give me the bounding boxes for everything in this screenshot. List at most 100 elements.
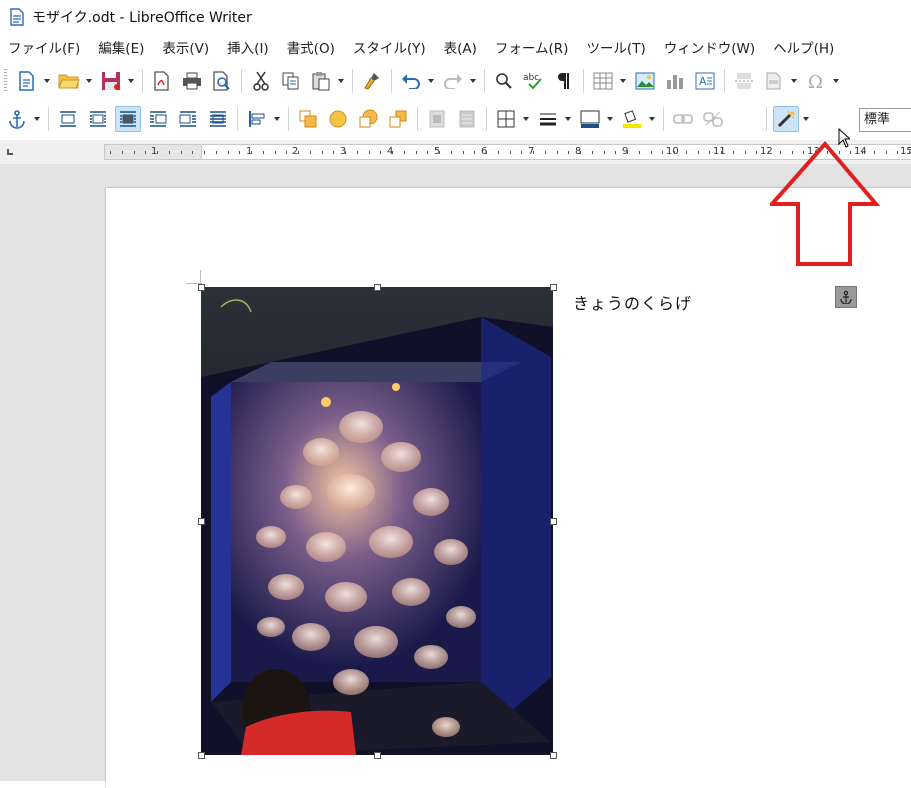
ruler-tick bbox=[897, 151, 898, 154]
resize-handle-bottom-left[interactable] bbox=[198, 752, 205, 759]
menu-table[interactable]: 表(A) bbox=[436, 36, 487, 62]
svg-text:A: A bbox=[699, 75, 707, 88]
optimal-wrap-icon[interactable] bbox=[115, 106, 141, 132]
print-preview-icon[interactable] bbox=[209, 68, 235, 94]
spelling-icon[interactable]: abc bbox=[521, 68, 547, 94]
to-foreground-icon[interactable] bbox=[424, 106, 450, 132]
ruler-tick bbox=[756, 151, 757, 154]
border-color-dropdown[interactable] bbox=[605, 106, 615, 132]
insert-image-icon[interactable] bbox=[632, 68, 658, 94]
image-filter-icon[interactable] bbox=[773, 106, 799, 132]
line-style-dropdown[interactable] bbox=[563, 106, 573, 132]
toolbar-grip[interactable] bbox=[4, 69, 7, 93]
bring-to-front-icon[interactable] bbox=[295, 106, 321, 132]
ruler-tick bbox=[275, 151, 276, 154]
line-style-icon[interactable] bbox=[535, 106, 561, 132]
anchor-marker-icon[interactable] bbox=[835, 286, 857, 308]
page-break-icon[interactable] bbox=[731, 68, 757, 94]
undo-dropdown[interactable] bbox=[426, 68, 436, 94]
ruler-tick bbox=[439, 151, 440, 154]
area-fill-dropdown[interactable] bbox=[647, 106, 657, 132]
ruler-tick bbox=[886, 151, 887, 154]
special-character-icon[interactable]: Ω bbox=[803, 68, 829, 94]
export-pdf-icon[interactable] bbox=[149, 68, 175, 94]
resize-handle-top[interactable] bbox=[374, 284, 381, 291]
insert-textbox-icon[interactable]: A bbox=[692, 68, 718, 94]
save-dropdown[interactable] bbox=[126, 68, 136, 94]
menu-styles[interactable]: スタイル(Y) bbox=[345, 36, 436, 62]
forward-one-icon[interactable] bbox=[325, 106, 351, 132]
ruler-tick bbox=[498, 151, 499, 154]
ruler-label: 11 bbox=[713, 146, 726, 157]
ruler-tick bbox=[733, 151, 734, 154]
wrap-left-icon[interactable] bbox=[145, 106, 171, 132]
align-dropdown[interactable] bbox=[272, 106, 282, 132]
insert-table-icon[interactable] bbox=[590, 68, 616, 94]
paste-dropdown[interactable] bbox=[336, 68, 346, 94]
paste-icon[interactable] bbox=[308, 68, 334, 94]
menu-window[interactable]: ウィンドウ(W) bbox=[656, 36, 765, 62]
wrap-through-icon[interactable] bbox=[205, 106, 231, 132]
menu-help[interactable]: ヘルプ(H) bbox=[765, 36, 844, 62]
print-icon[interactable] bbox=[179, 68, 205, 94]
copy-icon[interactable] bbox=[278, 68, 304, 94]
paragraph-style-box[interactable]: 標準 bbox=[859, 108, 911, 132]
unlink-frames-icon[interactable] bbox=[700, 106, 726, 132]
borders-dropdown[interactable] bbox=[521, 106, 531, 132]
menu-view[interactable]: 表示(V) bbox=[154, 36, 219, 62]
toolbar-separator bbox=[766, 107, 767, 131]
insert-chart-icon[interactable] bbox=[662, 68, 688, 94]
open-folder-icon[interactable] bbox=[56, 68, 82, 94]
to-background-icon[interactable] bbox=[454, 106, 480, 132]
undo-icon[interactable] bbox=[398, 68, 424, 94]
menu-insert[interactable]: 挿入(I) bbox=[219, 36, 279, 62]
wrap-right-icon[interactable] bbox=[175, 106, 201, 132]
wrap-off-icon[interactable] bbox=[55, 106, 81, 132]
send-to-back-icon[interactable] bbox=[385, 106, 411, 132]
menu-form[interactable]: フォーム(R) bbox=[487, 36, 579, 62]
formatting-marks-icon[interactable] bbox=[551, 68, 577, 94]
border-color-icon[interactable] bbox=[577, 106, 603, 132]
document-text[interactable]: きょうのくらげ bbox=[573, 290, 692, 314]
toolbar-separator bbox=[391, 69, 392, 93]
anchor-icon[interactable] bbox=[4, 106, 30, 132]
jellyfish-photo[interactable] bbox=[201, 287, 553, 755]
field-dropdown[interactable] bbox=[789, 68, 799, 94]
menu-file[interactable]: ファイル(F) bbox=[0, 36, 90, 62]
resize-handle-top-left[interactable] bbox=[198, 284, 205, 291]
tab-stop-selector-icon[interactable] bbox=[7, 149, 13, 155]
image-filter-dropdown[interactable] bbox=[801, 106, 811, 132]
new-dropdown[interactable] bbox=[42, 68, 52, 94]
resize-handle-bottom-right[interactable] bbox=[550, 752, 557, 759]
menu-tools[interactable]: ツール(T) bbox=[578, 36, 655, 62]
area-fill-icon[interactable] bbox=[619, 106, 645, 132]
find-replace-icon[interactable] bbox=[491, 68, 517, 94]
open-dropdown[interactable] bbox=[84, 68, 94, 94]
link-frames-icon[interactable] bbox=[670, 106, 696, 132]
redo-dropdown[interactable] bbox=[468, 68, 478, 94]
special-character-dropdown[interactable] bbox=[831, 68, 841, 94]
backward-one-icon[interactable] bbox=[355, 106, 381, 132]
resize-handle-bottom[interactable] bbox=[374, 752, 381, 759]
save-icon[interactable] bbox=[98, 68, 124, 94]
borders-icon[interactable] bbox=[493, 106, 519, 132]
ruler-tick bbox=[322, 151, 323, 154]
insert-field-icon[interactable] bbox=[761, 68, 787, 94]
resize-handle-top-right[interactable] bbox=[550, 284, 557, 291]
table-dropdown[interactable] bbox=[618, 68, 628, 94]
menu-format[interactable]: 書式(O) bbox=[279, 36, 345, 62]
clone-formatting-icon[interactable] bbox=[359, 68, 385, 94]
new-document-icon[interactable] bbox=[14, 68, 40, 94]
redo-icon[interactable] bbox=[440, 68, 466, 94]
page-wrap-icon[interactable] bbox=[85, 106, 111, 132]
ruler-tick bbox=[286, 151, 287, 154]
menu-edit[interactable]: 編集(E) bbox=[90, 36, 154, 62]
cut-icon[interactable] bbox=[248, 68, 274, 94]
ruler-tick bbox=[333, 151, 334, 154]
ruler-tick bbox=[110, 151, 111, 154]
anchor-dropdown[interactable] bbox=[32, 106, 42, 132]
resize-handle-left[interactable] bbox=[198, 518, 205, 525]
ruler-tick bbox=[251, 151, 252, 154]
resize-handle-right[interactable] bbox=[550, 518, 557, 525]
align-icon[interactable] bbox=[244, 106, 270, 132]
